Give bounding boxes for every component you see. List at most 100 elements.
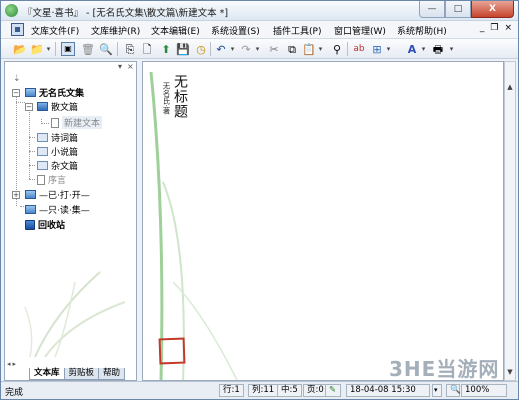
tab-text-library[interactable]: 文本库	[29, 368, 65, 380]
export-icon[interactable]: ⬆	[159, 42, 173, 56]
tree-node-label: 小说篇	[51, 148, 79, 158]
format-icon[interactable]: ⊞	[370, 42, 384, 56]
paste-dropdown-icon[interactable]: ▾	[317, 42, 324, 56]
mdi-restore-button[interactable]: ❐	[490, 23, 498, 33]
copy-icon[interactable]: ⧉	[285, 42, 299, 56]
menu-text-edit[interactable]: 文本编辑(E)	[151, 24, 200, 37]
save-icon[interactable]: 💾	[176, 42, 190, 56]
scroll-left-icon[interactable]: ◂	[7, 360, 11, 368]
tab-scroll-arrows: ◂ ▸	[5, 360, 136, 368]
printer-dropdown-icon[interactable]: ▾	[448, 42, 455, 56]
menu-library-file[interactable]: 文库文件(F)	[31, 24, 79, 37]
bookshelf-icon	[25, 88, 36, 97]
tree-node-recycle-bin[interactable]: 回收站	[25, 218, 65, 231]
edit-mode-icon[interactable]: ✎	[325, 384, 341, 397]
import-icon[interactable]: ⎘	[123, 42, 137, 56]
trash-icon[interactable]: 🗑	[81, 42, 95, 56]
tree-node-preface[interactable]: 序言	[37, 173, 66, 186]
mdi-minimize-button[interactable]: _	[480, 23, 485, 33]
column-indicator: 列:11	[248, 384, 279, 397]
find-icon[interactable]: ⚲	[330, 42, 344, 56]
cut-icon[interactable]: ✂	[267, 42, 281, 56]
document-icon	[37, 174, 45, 185]
font-color-dropdown-icon[interactable]: ▾	[420, 42, 427, 56]
redo-icon[interactable]: ↷	[239, 42, 253, 56]
tree-line	[29, 151, 35, 152]
tree-node-label: 回收站	[38, 221, 66, 231]
tree-root-icon: ⇣	[13, 74, 21, 84]
expand-toggle-icon[interactable]: −	[12, 89, 20, 97]
clock-icon[interactable]: ◷	[194, 42, 208, 56]
folder-icon[interactable]: 📁	[30, 42, 44, 56]
expand-toggle-icon[interactable]: −	[25, 103, 33, 111]
menu-system-help[interactable]: 系统帮助(H)	[397, 24, 447, 37]
datetime-dropdown-icon[interactable]: ▾	[432, 384, 442, 397]
scroll-up-icon[interactable]: ▲	[505, 82, 515, 92]
tree-line	[29, 105, 30, 179]
scroll-down-icon[interactable]: ▼	[505, 367, 515, 377]
char-count-indicator: 中:5	[277, 384, 302, 397]
tree-line	[16, 102, 25, 103]
menu-system-settings[interactable]: 系统设置(S)	[211, 24, 260, 37]
maximize-button[interactable]: □	[445, 1, 471, 18]
tree-node-new-text[interactable]: 新建文本	[51, 116, 103, 129]
app-logo-icon	[5, 4, 18, 17]
undo-dropdown-icon[interactable]: ▾	[229, 42, 236, 56]
app-window: 『文星·喜书』 - [无名氏文集\散文篇\新建文本 *] — □ X 文库文件(…	[0, 0, 519, 400]
paste-icon[interactable]: 📋	[302, 42, 316, 56]
minimize-button[interactable]: —	[419, 1, 445, 18]
mdi-close-button[interactable]: ×	[504, 23, 512, 33]
menu-library-maintain[interactable]: 文库维护(R)	[91, 24, 140, 37]
tree-node-novel[interactable]: 小说篇	[37, 145, 78, 158]
redo-dropdown-icon[interactable]: ▾	[254, 42, 261, 56]
folder-dropdown-icon[interactable]: ▾	[45, 42, 52, 56]
tree-line	[16, 92, 17, 206]
bookshelf-icon	[25, 205, 36, 214]
panel-tabs: 文本库 剪贴板 帮助	[4, 368, 126, 380]
window-controls: — □ X	[419, 1, 514, 19]
document-menu-icon[interactable]	[11, 23, 24, 36]
menu-plugin-tools[interactable]: 插件工具(P)	[273, 24, 321, 37]
title-bar: 『文星·喜书』 - [无名氏文集\散文篇\新建文本 *] — □ X	[1, 1, 518, 21]
tree-line	[20, 206, 24, 207]
pin-icon[interactable]: ▾	[118, 62, 122, 71]
window-title: 『文星·喜书』 - [无名氏文集\散文篇\新建文本 *]	[23, 8, 229, 19]
tree-node-label: 杂文篇	[51, 162, 79, 172]
close-button[interactable]: X	[471, 1, 514, 18]
window-view-icon[interactable]: ▣	[61, 42, 75, 56]
vertical-scrollbar[interactable]: ▲ ▼	[504, 61, 516, 381]
tree-line	[29, 179, 35, 180]
document-editor[interactable]: 无标题 无名氏·著	[142, 61, 504, 381]
tree-node-readonly[interactable]: —只·读·集—	[25, 203, 90, 216]
tree-node-poetry[interactable]: 诗词篇	[37, 131, 78, 144]
book-icon	[37, 102, 48, 111]
zoom-level[interactable]: 100%	[461, 384, 507, 397]
tree-node-prose[interactable]: 散文篇	[37, 100, 78, 113]
red-seal-stamp	[158, 337, 186, 365]
print-preview-icon[interactable]: 🔍	[99, 42, 113, 56]
format-dropdown-icon[interactable]: ▾	[385, 42, 392, 56]
font-color-icon[interactable]: A	[405, 42, 419, 56]
panel-close-icon[interactable]: ×	[127, 62, 134, 71]
tab-help[interactable]: 帮助	[98, 368, 126, 380]
menu-bar: 文库文件(F) 文库维护(R) 文本编辑(E) 系统设置(S) 插件工具(P) …	[1, 21, 518, 39]
menu-window-manage[interactable]: 窗口管理(W)	[334, 24, 386, 37]
tree-node-misc[interactable]: 杂文篇	[37, 159, 78, 172]
printer-icon[interactable]: 🖶	[431, 42, 445, 56]
replace-icon[interactable]: ab	[352, 42, 366, 56]
tab-clipboard[interactable]: 剪贴板	[63, 368, 100, 380]
toolbar-separator	[117, 42, 118, 56]
undo-icon[interactable]: ↶	[214, 42, 228, 56]
document-title: 无标题	[172, 74, 188, 119]
mdi-controls: _ ❐ ×	[480, 23, 512, 33]
tree-node-opened[interactable]: —已·打·开—	[25, 188, 90, 201]
tree-node-library[interactable]: 无名氏文集	[25, 86, 84, 99]
expand-toggle-icon[interactable]: +	[12, 191, 20, 199]
row-indicator: 行:1	[219, 384, 244, 397]
tree-line	[41, 123, 49, 124]
open-folder-icon[interactable]: 📂	[13, 42, 27, 56]
tree-node-label: 散文篇	[51, 103, 79, 113]
new-doc-icon[interactable]: 🗋	[140, 42, 154, 56]
status-text: 完成	[5, 388, 24, 398]
scroll-right-icon[interactable]: ▸	[13, 360, 17, 368]
